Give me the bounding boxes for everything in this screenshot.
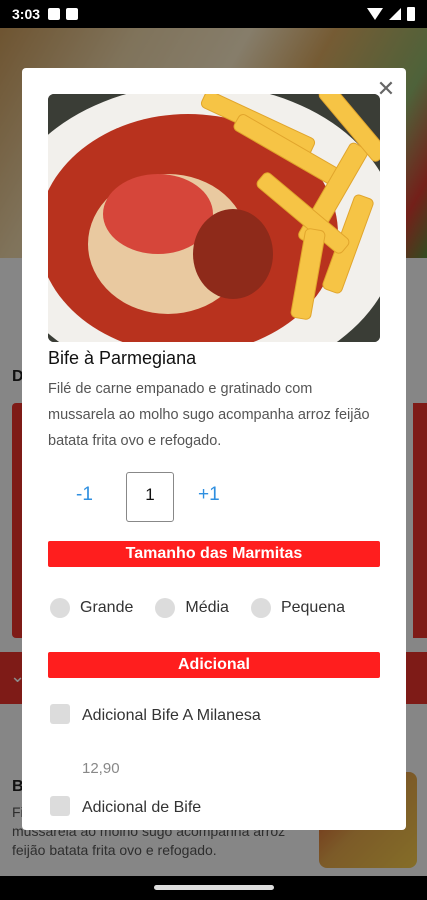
- home-gesture-handle[interactable]: [154, 885, 274, 890]
- radio-button[interactable]: [250, 598, 271, 618]
- addon-price: 12,90: [82, 760, 120, 777]
- navigation-bar: [0, 876, 427, 900]
- status-bar: 3:03: [0, 0, 427, 28]
- quantity-stepper: -1 1 +1: [48, 470, 380, 524]
- size-section-header: Tamanho das Marmitas: [48, 541, 380, 567]
- size-option-label: Média: [185, 599, 229, 616]
- status-time: 3:03: [12, 6, 41, 22]
- size-option-grande[interactable]: Grande: [50, 598, 133, 618]
- product-description: Filé de carne empanado e gratinado com m…: [48, 381, 370, 449]
- size-option-media[interactable]: Média: [155, 598, 229, 618]
- product-image: [48, 94, 380, 342]
- addon-section-header: Adicional: [48, 652, 380, 678]
- size-option-label: Grande: [80, 599, 134, 616]
- decrement-button[interactable]: -1: [76, 484, 93, 506]
- addon-item: Adicional Bife A Milanesa 12,90: [50, 702, 370, 792]
- addon-checkbox[interactable]: [50, 796, 70, 816]
- sd-card-icon: [66, 8, 79, 20]
- addon-item: Adicional de Bife: [50, 794, 370, 824]
- wifi-icon: [367, 8, 383, 20]
- addon-name: Adicional Bife A Milanesa: [82, 707, 261, 724]
- radio-button[interactable]: [50, 598, 70, 618]
- radio-button[interactable]: [155, 598, 176, 618]
- size-radio-group: Grande Média Pequena: [50, 596, 367, 620]
- battery-icon: [407, 7, 415, 21]
- increment-button[interactable]: +1: [198, 484, 220, 506]
- addon-checkbox[interactable]: [50, 704, 70, 724]
- product-title: Bife à Parmegiana: [48, 348, 197, 368]
- quantity-field[interactable]: 1: [126, 472, 174, 522]
- size-option-label: Pequena: [280, 599, 346, 616]
- size-option-pequena[interactable]: Pequena: [250, 598, 346, 618]
- product-modal: ✕ Bife à Parmegiana Filé de carne empana…: [22, 68, 406, 830]
- addon-name: Adicional de Bife: [82, 799, 202, 816]
- shield-icon: [48, 8, 61, 20]
- signal-icon: [389, 8, 401, 20]
